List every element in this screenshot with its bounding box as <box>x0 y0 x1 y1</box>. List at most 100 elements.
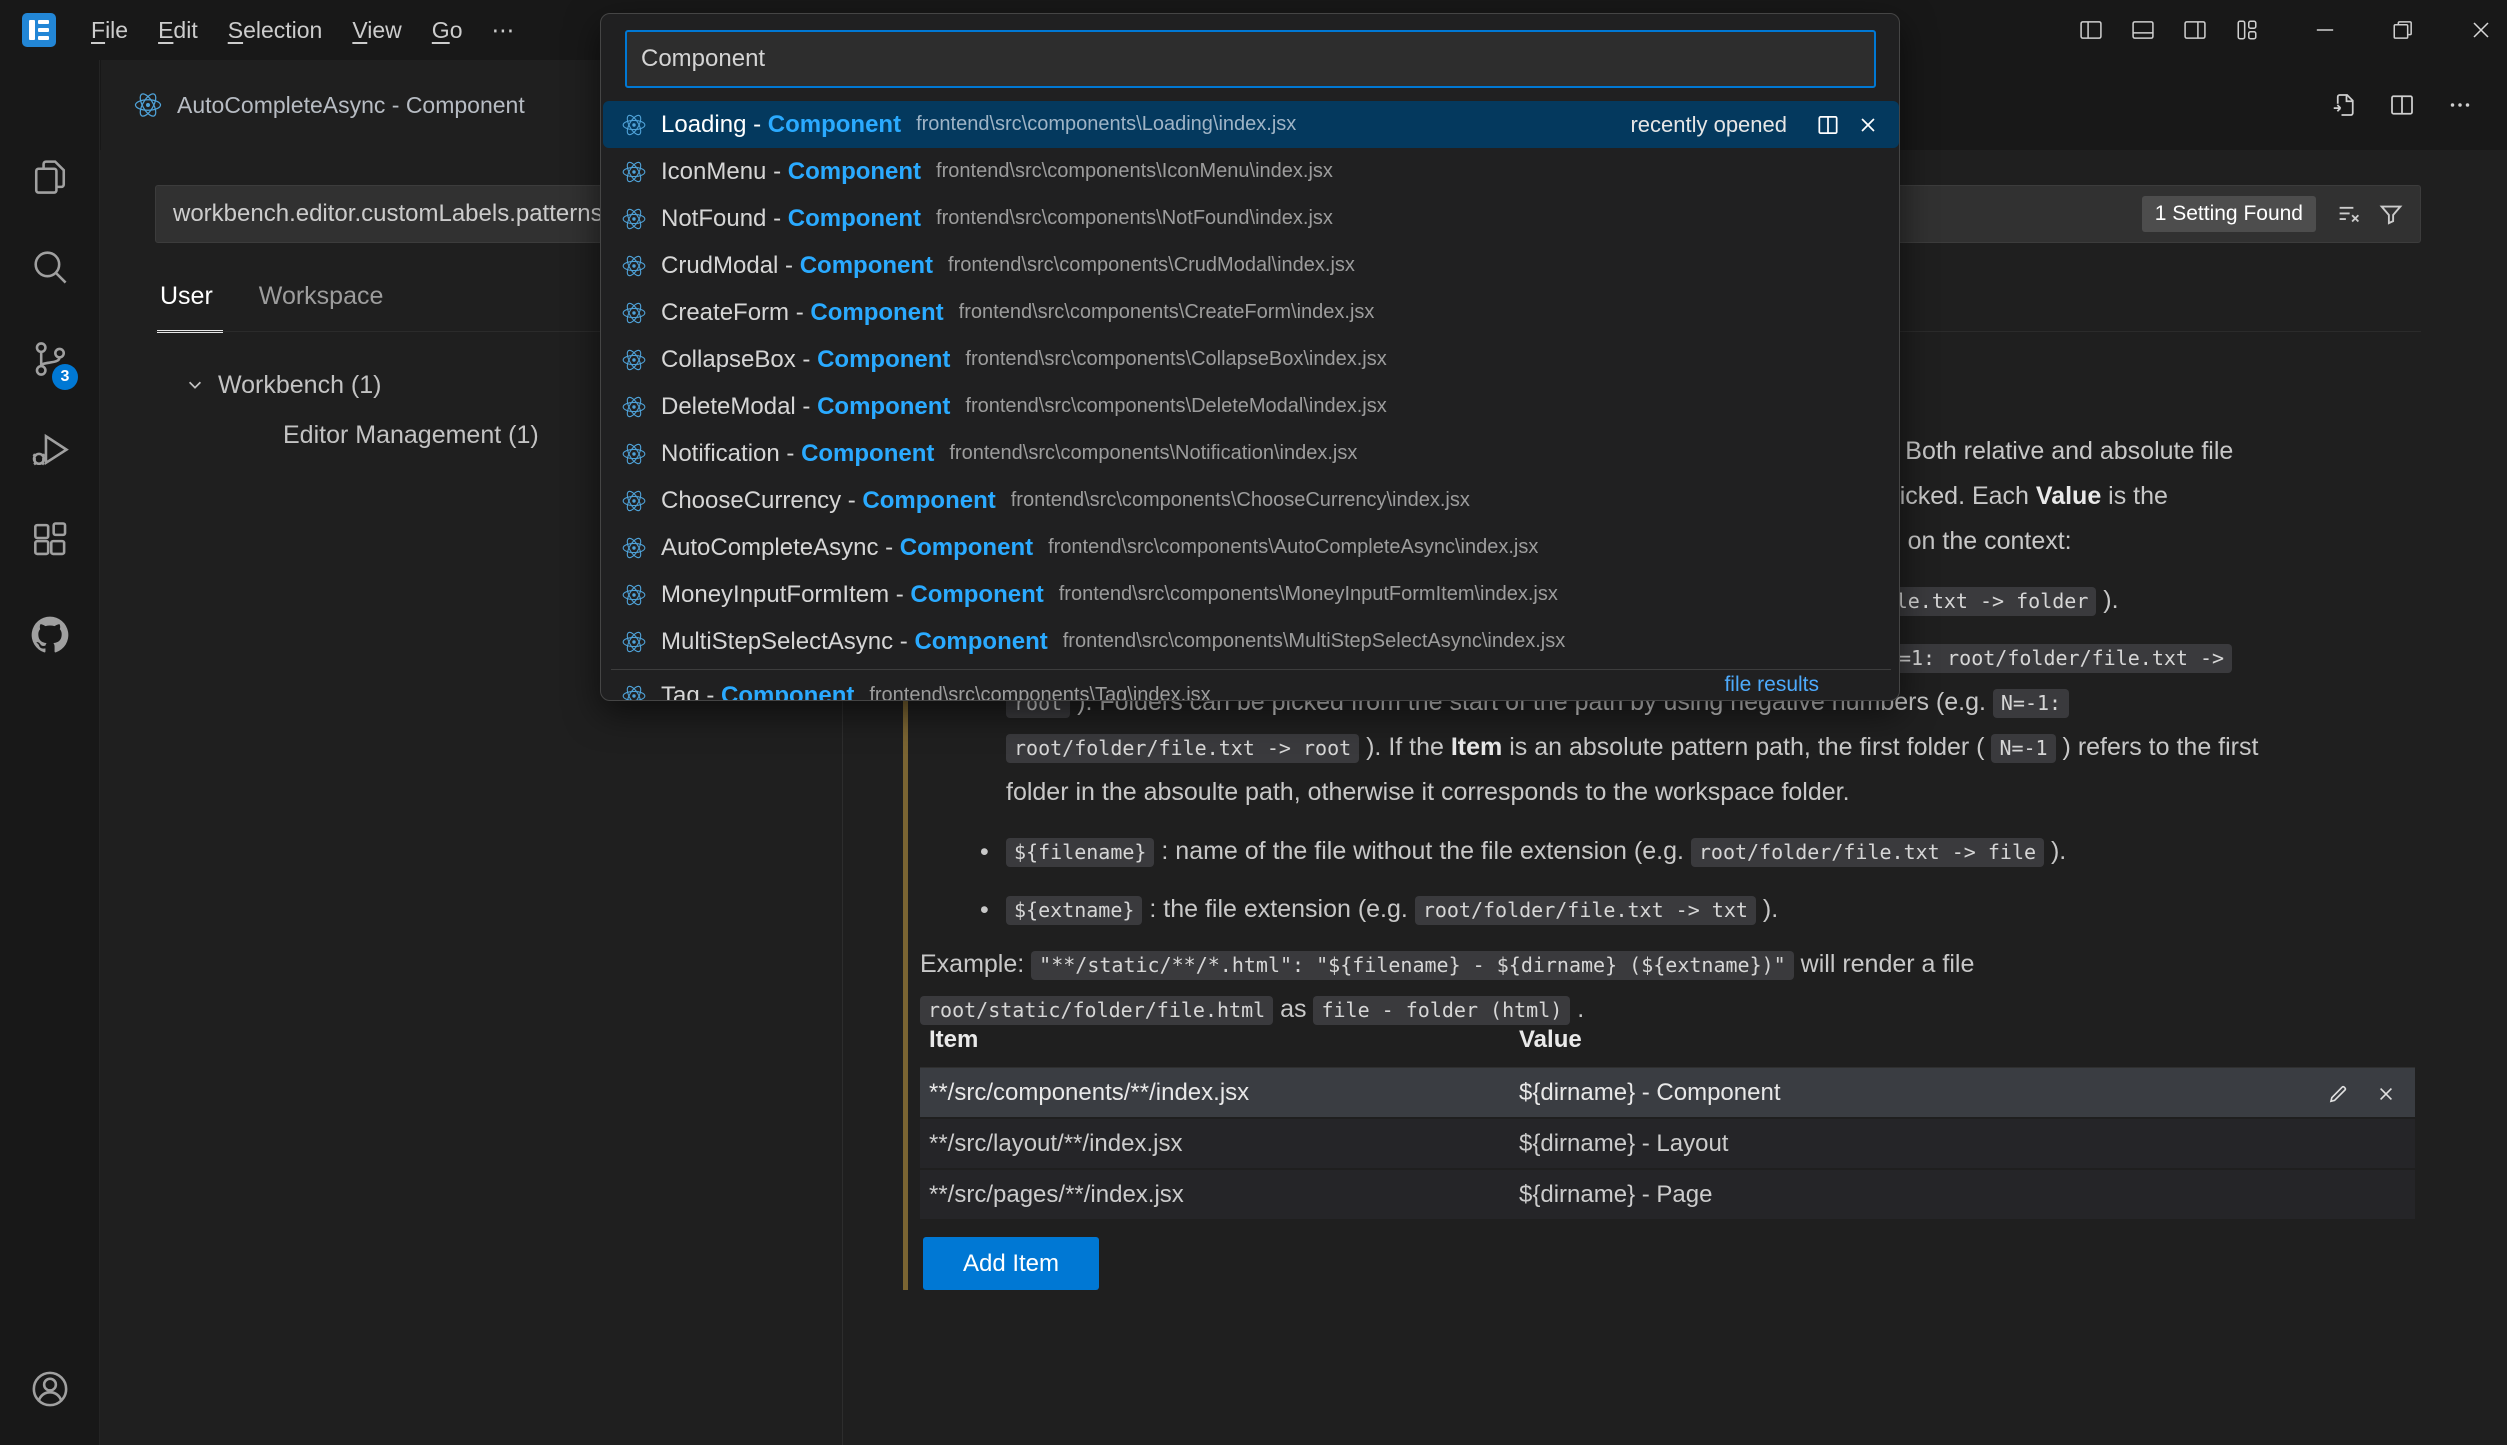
item-path: frontend\src\components\MoneyInputFormIt… <box>1059 583 1558 606</box>
close-icon[interactable] <box>2466 15 2496 45</box>
remove-from-recently-opened-icon[interactable] <box>1853 110 1883 140</box>
editor-actions <box>2315 60 2489 150</box>
item-name: IconMenu <box>661 158 766 186</box>
menu-selection[interactable]: Selection <box>213 17 338 44</box>
clear-filters-icon[interactable] <box>2333 198 2365 230</box>
item-separator: - <box>780 440 801 468</box>
item-match-highlight: Component <box>788 205 921 233</box>
scope-tab-workspace[interactable]: Workspace <box>259 282 384 325</box>
scope-tab-user[interactable]: User <box>160 282 213 325</box>
extensions-icon[interactable] <box>0 501 100 579</box>
open-to-side-icon[interactable] <box>1813 110 1843 140</box>
item-name: NotFound <box>661 205 766 233</box>
quick-open-item[interactable]: Tag - Componentfrontend\src\components\T… <box>603 672 1899 701</box>
editor-tab[interactable]: AutoCompleteAsync - Component <box>101 60 621 150</box>
table-row[interactable]: **/src/components/**/index.jsx${dirname}… <box>920 1068 2415 1119</box>
react-icon <box>621 487 649 515</box>
menu-overflow[interactable]: ⋯ <box>477 17 530 44</box>
pattern-value: ${dirname} - Component <box>1519 1079 2415 1107</box>
more-actions-icon[interactable] <box>2444 89 2476 121</box>
code-span: N=1: root/folder/file.txt -> <box>1879 644 2232 673</box>
row-actions <box>2305 1068 2401 1119</box>
item-separator: - <box>766 158 787 186</box>
quick-open-item[interactable]: Loading - Componentfrontend\src\componen… <box>603 101 1899 148</box>
edit-item-icon[interactable] <box>2323 1079 2353 1109</box>
quick-open-item[interactable]: MoneyInputFormItem - Componentfrontend\s… <box>603 571 1899 618</box>
menu-edit[interactable]: Edit <box>143 17 213 44</box>
react-icon <box>621 252 649 280</box>
files-icon[interactable] <box>0 138 100 216</box>
quick-open-input-box <box>625 30 1876 88</box>
editor-tab-label: AutoCompleteAsync - Component <box>177 92 525 119</box>
toggle-secondary-sidebar-icon[interactable] <box>2180 15 2210 45</box>
menu-file[interactable]: File <box>76 17 143 44</box>
item-match-highlight: Component <box>817 393 950 421</box>
item-name: CollapseBox <box>661 346 796 374</box>
item-separator: - <box>878 534 899 562</box>
chevron-down-icon <box>182 372 208 398</box>
item-path: frontend\src\components\CrudModal\index.… <box>948 254 1355 277</box>
account-icon[interactable] <box>0 1350 100 1428</box>
open-settings-json-icon[interactable] <box>2328 89 2360 121</box>
react-icon <box>621 299 649 327</box>
quick-open-item[interactable]: CollapseBox - Componentfrontend\src\comp… <box>603 336 1899 383</box>
quick-open-item[interactable]: IconMenu - Componentfrontend\src\compone… <box>603 148 1899 195</box>
vscode-logo-icon[interactable] <box>22 13 56 47</box>
item-path: frontend\src\components\NotFound\index.j… <box>936 207 1333 230</box>
react-icon <box>621 581 649 609</box>
item-name: AutoCompleteAsync <box>661 534 878 562</box>
source-control-icon[interactable]: 3 <box>0 320 100 398</box>
pattern-item: **/src/pages/**/index.jsx <box>920 1181 1519 1209</box>
quick-open-item[interactable]: MultiStepSelectAsync - Componentfrontend… <box>603 618 1899 665</box>
column-header-value: Value <box>1519 1026 2415 1067</box>
quick-open-item[interactable]: DeleteModal - Componentfrontend\src\comp… <box>603 383 1899 430</box>
filter-icon[interactable] <box>2375 198 2407 230</box>
item-name: ChooseCurrency <box>661 487 841 515</box>
quick-open-item[interactable]: NotFound - Componentfrontend\src\compone… <box>603 195 1899 242</box>
item-path: frontend\src\components\MultiStepSelectA… <box>1063 630 1565 653</box>
restore-icon[interactable] <box>2388 15 2418 45</box>
split-editor-icon[interactable] <box>2386 89 2418 121</box>
add-item-button[interactable]: Add Item <box>923 1237 1099 1290</box>
bullet-dot: • <box>980 896 989 925</box>
minimize-icon[interactable] <box>2310 15 2340 45</box>
table-row[interactable]: **/src/pages/**/index.jsx${dirname} - Pa… <box>920 1170 2415 1221</box>
code-span: root/static/folder/file.html <box>920 996 1273 1025</box>
run-debug-icon[interactable] <box>0 411 100 489</box>
item-separator: - <box>889 581 910 609</box>
quick-open-item[interactable]: CrudModal - Componentfrontend\src\compon… <box>603 242 1899 289</box>
menu-bar: FileEditSelectionViewGo⋯ <box>76 0 530 60</box>
quick-open-item[interactable]: AutoCompleteAsync - Componentfrontend\sr… <box>603 524 1899 571</box>
quick-open-item[interactable]: CreateForm - Componentfrontend\src\compo… <box>603 289 1899 336</box>
patterns-table-header: Item Value <box>920 1026 2415 1068</box>
toggle-panel-icon[interactable] <box>2128 15 2158 45</box>
quick-open-input[interactable] <box>627 45 1874 73</box>
react-icon <box>621 393 649 421</box>
quick-open-item[interactable]: Notification - Componentfrontend\src\com… <box>603 430 1899 477</box>
toc-item-label: Workbench (1) <box>218 371 382 400</box>
item-match-highlight: Component <box>914 628 1047 656</box>
window-controls <box>2065 0 2507 60</box>
item-match-highlight: Component <box>721 682 854 702</box>
item-match-highlight: Component <box>800 252 933 280</box>
github-icon[interactable] <box>0 596 100 674</box>
quick-open-item[interactable]: ChooseCurrency - Componentfrontend\src\c… <box>603 477 1899 524</box>
description-line: •${filename} : name of the file without … <box>1006 837 2066 866</box>
react-icon <box>133 90 163 120</box>
code-span: N=-1 <box>1991 734 2055 763</box>
menu-view[interactable]: View <box>337 17 416 44</box>
menu-go[interactable]: Go <box>417 17 478 44</box>
remove-item-icon[interactable] <box>2371 1079 2401 1109</box>
react-icon <box>621 158 649 186</box>
pattern-value: ${dirname} - Page <box>1519 1181 2415 1209</box>
source-control-badge: 3 <box>52 364 78 390</box>
item-path: frontend\src\components\ChooseCurrency\i… <box>1011 489 1470 512</box>
code-span: root/folder/file.txt -> root <box>1006 734 1359 763</box>
customize-layout-icon[interactable] <box>2232 15 2262 45</box>
search-icon[interactable] <box>0 228 100 306</box>
table-row[interactable]: **/src/layout/**/index.jsx${dirname} - L… <box>920 1119 2415 1170</box>
toggle-primary-sidebar-icon[interactable] <box>2076 15 2106 45</box>
column-header-item: Item <box>920 1026 1519 1067</box>
react-icon <box>621 534 649 562</box>
code-span: "**/static/**/*.html": "${filename} - ${… <box>1031 951 1794 980</box>
